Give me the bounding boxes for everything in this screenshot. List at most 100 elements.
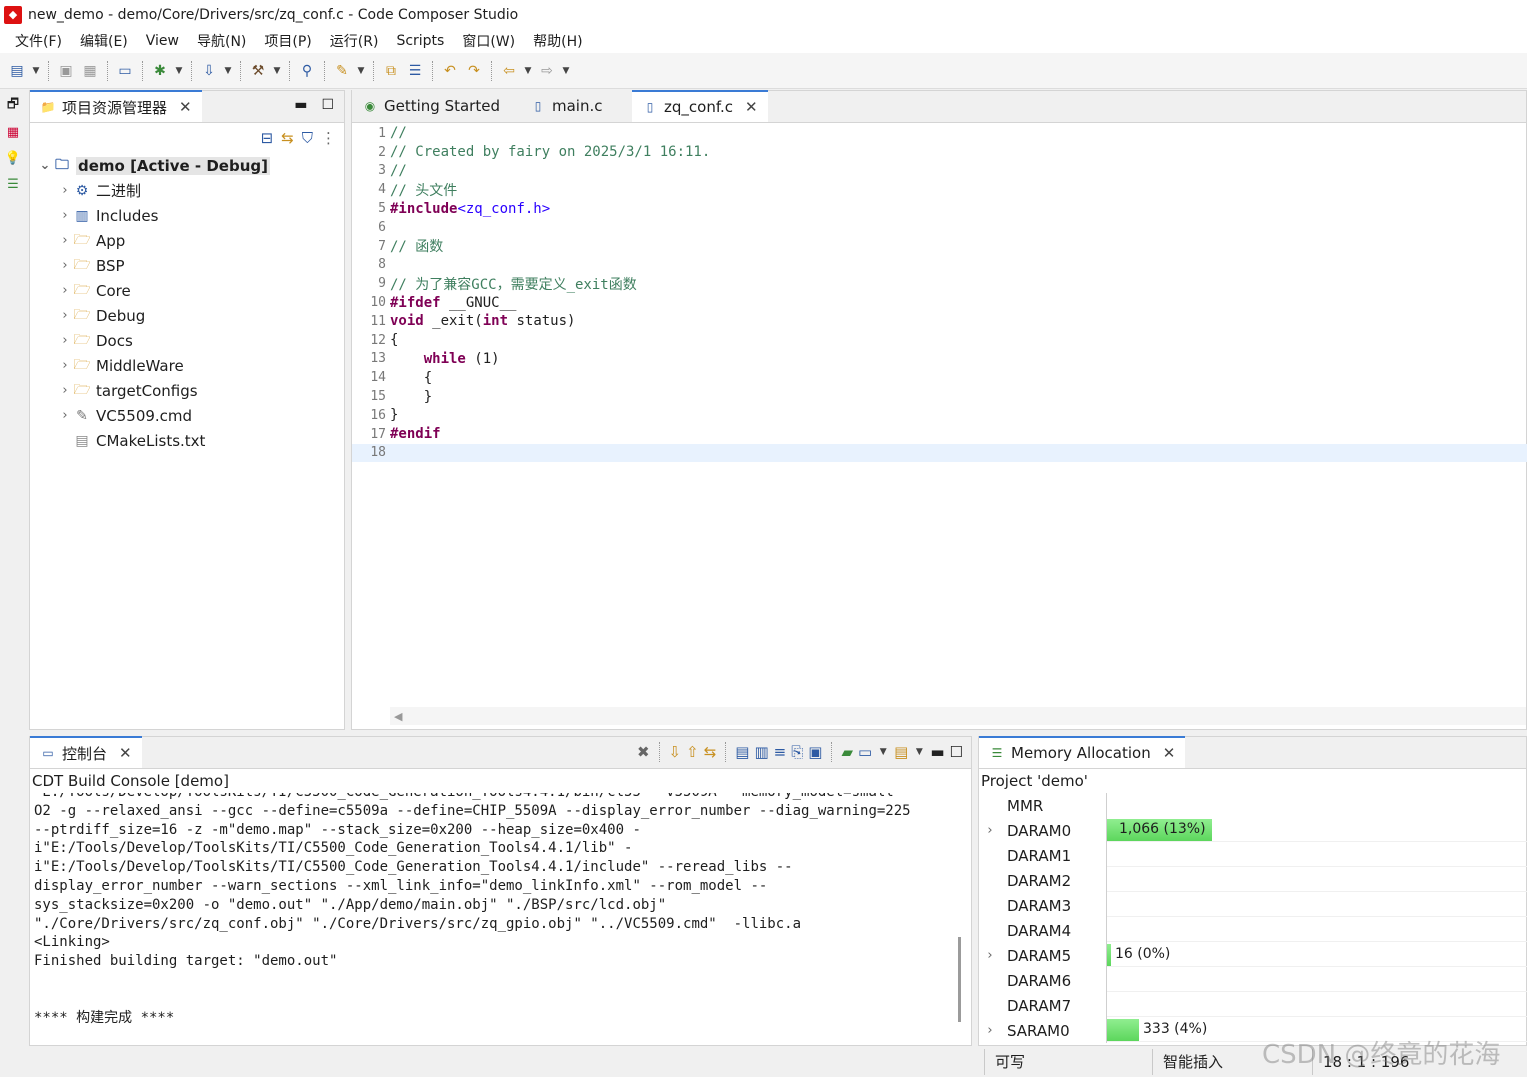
tab-memory-allocation[interactable]: ☰ Memory Allocation ✕: [979, 736, 1186, 768]
tree-item[interactable]: › 🗁 MiddleWare: [30, 353, 344, 378]
project-root-demo[interactable]: ⌄ 🗀 demo [Active - Debug]: [30, 153, 344, 178]
code-line[interactable]: 11 void _exit(int status): [352, 312, 1527, 331]
code-line[interactable]: 9// 为了兼容GCC，需要定义_exit函数: [352, 274, 1527, 293]
editor-tab[interactable]: ▯ zq_conf.c ✕: [632, 90, 768, 122]
chevron-right-icon[interactable]: ›: [58, 308, 72, 323]
code-line[interactable]: 13 while (1): [352, 350, 1527, 369]
tab-project-explorer[interactable]: 📁 项目资源管理器 ✕: [30, 90, 202, 122]
code-line[interactable]: 2// Created by fairy on 2025/3/1 16:11.: [352, 143, 1527, 162]
menu-item[interactable]: 文件(F): [6, 31, 71, 51]
close-icon[interactable]: ✕: [745, 98, 758, 116]
chevron-right-icon[interactable]: ›: [58, 333, 72, 348]
pin-console-icon[interactable]: ▥: [754, 743, 768, 761]
chevron-right-icon[interactable]: ›: [58, 283, 72, 298]
task-list-icon[interactable]: ☰: [404, 60, 426, 82]
tree-item[interactable]: › 🗁 Core: [30, 278, 344, 303]
code-line[interactable]: 18: [352, 443, 1527, 463]
view-menu-icon[interactable]: ⋮: [321, 129, 336, 147]
search-icon[interactable]: ⚲: [296, 60, 318, 82]
code-line[interactable]: 3//: [352, 162, 1527, 181]
minimize-icon[interactable]: ▬: [294, 97, 307, 113]
memory-browser-icon[interactable]: ☰: [3, 174, 23, 194]
debug-dropdown-icon[interactable]: ▼: [173, 60, 185, 82]
chevron-down-icon[interactable]: ⌄: [38, 158, 52, 173]
chevron-right-icon[interactable]: ›: [58, 258, 72, 273]
menu-item[interactable]: 导航(N): [188, 31, 255, 51]
pin-icon[interactable]: ▰: [841, 743, 853, 761]
lightbulb-icon[interactable]: 💡: [3, 148, 23, 168]
tree-item[interactable]: › ⚙ 二进制: [30, 178, 344, 203]
scroll-left-icon[interactable]: ◀: [394, 710, 402, 723]
code-line[interactable]: 1//: [352, 124, 1527, 143]
code-line[interactable]: 14 {: [352, 368, 1527, 387]
chevron-right-icon[interactable]: ›: [58, 183, 72, 198]
menu-item[interactable]: View: [137, 33, 188, 49]
chevron-right-icon[interactable]: ›: [58, 233, 72, 248]
link-with-editor-icon[interactable]: ⇆: [281, 129, 294, 147]
word-wrap-icon[interactable]: ≡: [774, 743, 787, 761]
display-console-dropdown-icon[interactable]: ▼: [877, 741, 889, 763]
console-icon[interactable]: ▭: [114, 60, 136, 82]
memory-row[interactable]: › DARAM5 16 (0%): [979, 943, 1527, 968]
memory-row[interactable]: DARAM6: [979, 968, 1527, 993]
code-line[interactable]: 12{: [352, 331, 1527, 350]
new-icon[interactable]: ▤: [6, 60, 28, 82]
code-line[interactable]: 7// 函数: [352, 237, 1527, 256]
tree-item[interactable]: › 🗁 targetConfigs: [30, 378, 344, 403]
code-line[interactable]: 5 #include<zq_conf.h>: [352, 199, 1527, 218]
tree-item[interactable]: › 🗁 App: [30, 228, 344, 253]
save-icon[interactable]: ▣: [55, 60, 77, 82]
code-area[interactable]: 1//2// Created by fairy on 2025/3/1 16:1…: [352, 124, 1527, 704]
code-line[interactable]: 15 }: [352, 387, 1527, 406]
memory-row[interactable]: DARAM1: [979, 843, 1527, 868]
maximize-icon[interactable]: ☐: [321, 97, 334, 113]
menu-item[interactable]: 编辑(E): [71, 31, 137, 51]
chevron-right-icon[interactable]: ›: [58, 208, 72, 223]
back-dropdown-icon[interactable]: ▼: [522, 60, 534, 82]
chevron-right-icon[interactable]: ›: [58, 408, 72, 423]
tree-item[interactable]: › ✎ VC5509.cmd: [30, 403, 344, 428]
restore-icon[interactable]: 🗗: [3, 96, 23, 116]
console-output[interactable]: "E:/Tools/Develop/ToolsKits/TI/C5500_Cod…: [30, 793, 958, 1045]
memory-row[interactable]: › SARAM0 333 (4%): [979, 1018, 1527, 1043]
collapse-all-icon[interactable]: ⊟: [261, 129, 274, 147]
close-icon[interactable]: ✕: [119, 744, 132, 762]
memory-row[interactable]: DARAM3: [979, 893, 1527, 918]
forward-dropdown-icon[interactable]: ▼: [560, 60, 572, 82]
console-scrollbar[interactable]: [958, 937, 961, 1022]
external-tools-dropdown-icon[interactable]: ▼: [355, 60, 367, 82]
chevron-right-icon[interactable]: ›: [58, 358, 72, 373]
tree-item[interactable]: › 🗁 BSP: [30, 253, 344, 278]
minimize-icon[interactable]: ▬: [930, 743, 944, 761]
next-annotation-icon[interactable]: ↷: [463, 60, 485, 82]
code-line[interactable]: 8: [352, 256, 1527, 275]
code-line[interactable]: 17 #endif: [352, 425, 1527, 444]
open-type-icon[interactable]: ⧉: [380, 60, 402, 82]
resource-explorer-icon[interactable]: ▦: [3, 122, 23, 142]
filter-icon[interactable]: ⛉: [302, 129, 313, 147]
load-program-icon[interactable]: ⇩: [198, 60, 220, 82]
save-all-icon[interactable]: ▦: [79, 60, 101, 82]
tree-item[interactable]: › ▥ Includes: [30, 203, 344, 228]
copy-build-log-icon[interactable]: ⎘: [791, 743, 803, 761]
build-dropdown-icon[interactable]: ▼: [271, 60, 283, 82]
menu-item[interactable]: 运行(R): [321, 31, 388, 51]
chevron-right-icon[interactable]: ›: [979, 948, 1001, 963]
tree-item[interactable]: › 🗁 Debug: [30, 303, 344, 328]
close-icon[interactable]: ✕: [179, 98, 192, 116]
next-error-icon[interactable]: ⇩: [669, 743, 682, 761]
prev-error-icon[interactable]: ⇧: [686, 743, 699, 761]
open-console-icon[interactable]: ▤: [894, 743, 908, 761]
external-tools-icon[interactable]: ✎: [331, 60, 353, 82]
load-dropdown-icon[interactable]: ▼: [222, 60, 234, 82]
back-arrow-icon[interactable]: ⇦: [498, 60, 520, 82]
clear-console-icon[interactable]: ✖: [637, 743, 650, 761]
open-console-dropdown-icon[interactable]: ▼: [913, 741, 925, 763]
chevron-right-icon[interactable]: ›: [979, 823, 1001, 838]
chevron-right-icon[interactable]: ›: [979, 1023, 1001, 1038]
menu-item[interactable]: 项目(P): [255, 31, 320, 51]
memory-row[interactable]: DARAM2: [979, 868, 1527, 893]
memory-row[interactable]: › DARAM0 1,066 (13%): [979, 818, 1527, 843]
code-line[interactable]: 10 #ifdef __GNUC__: [352, 293, 1527, 312]
menu-item[interactable]: Scripts: [387, 33, 453, 49]
